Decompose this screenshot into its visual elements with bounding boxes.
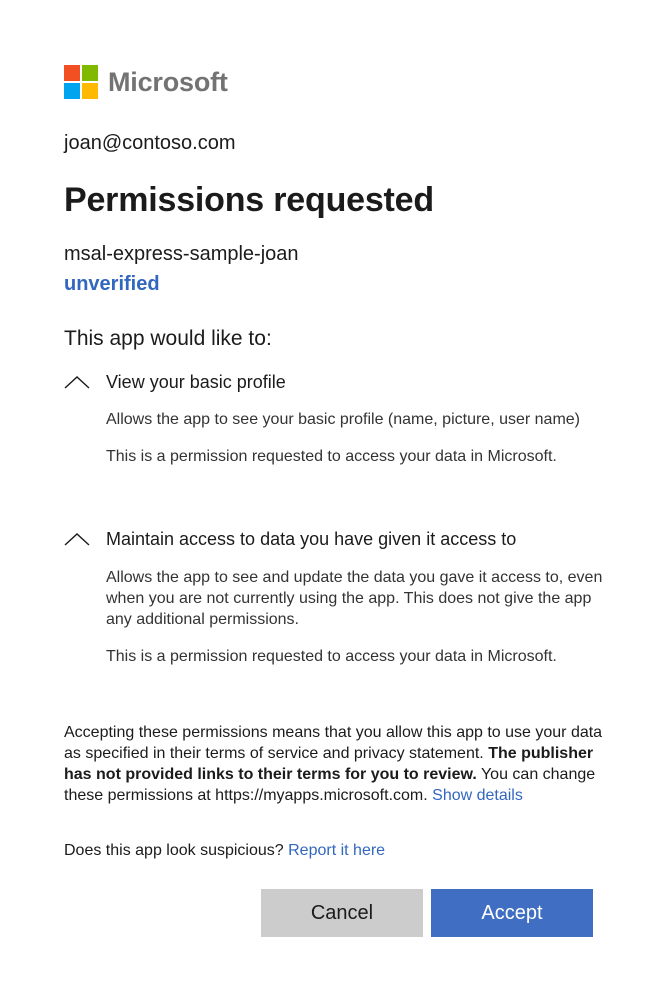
permission-item: Maintain access to data you have given i…: [64, 526, 604, 667]
permission-description: Allows the app to see your basic profile…: [106, 411, 581, 428]
page-title: Permissions requested: [64, 181, 434, 219]
report-suspicious: Does this app look suspicious? Report it…: [64, 840, 385, 861]
microsoft-logo-icon: [64, 65, 98, 99]
permission-details: Allows the app to see and update the dat…: [106, 567, 604, 667]
permissions-lead: This app would like to:: [64, 327, 272, 350]
action-buttons: Cancel Accept: [261, 889, 593, 937]
report-link[interactable]: Report it here: [288, 842, 385, 859]
chevron-up-icon[interactable]: [64, 369, 90, 395]
suspicious-question: Does this app look suspicious?: [64, 842, 289, 859]
show-details-link[interactable]: Show details: [432, 787, 523, 804]
account-email: joan@contoso.com: [64, 132, 236, 154]
microsoft-logo: Microsoft: [64, 65, 228, 99]
permission-title: View your basic profile: [106, 371, 286, 392]
permission-note: This is a permission requested to access…: [106, 448, 557, 465]
app-name: msal-express-sample-joan: [64, 243, 299, 265]
permission-item: View your basic profile Allows the app t…: [64, 369, 604, 467]
consent-notice: Accepting these permissions means that y…: [64, 722, 604, 806]
brand-name: Microsoft: [108, 66, 228, 97]
cancel-button[interactable]: Cancel: [261, 889, 423, 937]
verification-status[interactable]: unverified: [64, 273, 160, 296]
permission-description: Allows the app to see and update the dat…: [106, 569, 603, 628]
chevron-up-icon[interactable]: [64, 526, 90, 552]
permission-note: This is a permission requested to access…: [106, 648, 557, 665]
permission-header[interactable]: Maintain access to data you have given i…: [64, 526, 604, 552]
permission-title: Maintain access to data you have given i…: [106, 528, 517, 549]
permission-details: Allows the app to see your basic profile…: [106, 409, 604, 467]
accept-button[interactable]: Accept: [431, 889, 593, 937]
permission-header[interactable]: View your basic profile: [64, 369, 604, 395]
